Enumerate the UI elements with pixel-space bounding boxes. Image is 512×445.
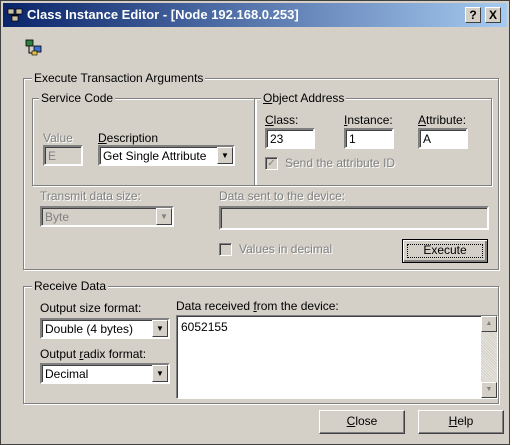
close-button-label: Close [346, 414, 378, 428]
close-button[interactable]: Close [319, 410, 405, 434]
transmit-size-value: Byte [45, 210, 70, 224]
class-editor-icon [7, 8, 23, 22]
output-radix-label: Output radix format: [40, 347, 147, 361]
execute-transaction-group: Execute Transaction Arguments Service Co… [23, 71, 499, 270]
help-button-label: Help [448, 414, 474, 428]
help-button[interactable]: Help [418, 410, 504, 434]
output-size-combo[interactable]: Double (4 bytes) ▼ [40, 318, 170, 339]
receive-data-legend: Receive Data [32, 279, 109, 293]
data-received-value: 6052155 [181, 320, 228, 334]
description-label: Description [98, 131, 159, 145]
scroll-up-icon[interactable]: ▲ [481, 316, 497, 332]
close-title-button[interactable]: X [485, 7, 501, 23]
data-sent-field [219, 206, 489, 230]
scroll-down-icon[interactable]: ▼ [481, 382, 497, 398]
attribute-label: Attribute: [418, 113, 467, 127]
window-title: Class Instance Editor - [Node 192.168.0.… [27, 7, 299, 22]
output-radix-value: Decimal [45, 367, 89, 381]
title-bar[interactable]: Class Instance Editor - [Node 192.168.0.… [3, 3, 507, 27]
value-label: Value [43, 131, 73, 145]
send-attribute-label: Send the attribute ID [285, 156, 396, 170]
receive-data-group: Receive Data Output size format: Double … [23, 279, 499, 404]
values-decimal-label: Values in decimal [239, 242, 333, 256]
instance-label: Instance: [344, 113, 393, 127]
object-address-legend: Object Address [261, 91, 347, 105]
description-combo[interactable]: Get Single Attribute ▼ [98, 145, 235, 166]
class-instance-editor-window: Class Instance Editor - [Node 192.168.0.… [0, 0, 510, 445]
output-radix-combo[interactable]: Decimal ▼ [40, 363, 170, 384]
transmit-size-combo: Byte ▼ [40, 206, 174, 227]
values-decimal-checkbox [219, 243, 232, 256]
execute-button[interactable]: Execute [402, 239, 488, 263]
object-address-group: Object Address Class: Instance: Attribut… [254, 91, 492, 186]
class-label: Class: [265, 113, 299, 127]
data-received-label: Data received from the device: [176, 299, 339, 313]
instance-field[interactable]: 1 [344, 128, 394, 149]
class-field[interactable]: 23 [265, 128, 315, 149]
chevron-down-icon[interactable]: ▼ [152, 320, 168, 337]
service-code-group: Service Code Value Description E Get Sin… [32, 91, 256, 186]
help-title-button[interactable]: ? [465, 7, 481, 23]
service-code-legend: Service Code [39, 91, 116, 105]
output-size-value: Double (4 bytes) [45, 322, 134, 336]
attribute-field[interactable]: A [418, 128, 468, 149]
chevron-down-icon[interactable]: ▼ [152, 365, 168, 382]
chevron-down-icon[interactable]: ▼ [217, 147, 233, 164]
data-sent-label: Data sent to the device: [219, 189, 346, 203]
node-tree-icon[interactable] [25, 39, 43, 57]
service-value-field: E [43, 145, 83, 166]
description-combo-value: Get Single Attribute [103, 149, 207, 163]
execute-group-legend: Execute Transaction Arguments [32, 71, 206, 85]
send-attribute-checkbox[interactable]: ✓ [265, 157, 278, 170]
execute-button-label: Execute [423, 243, 467, 257]
chevron-down-icon: ▼ [156, 208, 172, 225]
vertical-scrollbar[interactable]: ▲ ▼ [481, 316, 497, 398]
transmit-size-label: Transmit data size: [40, 189, 141, 203]
output-size-label: Output size format: [40, 301, 142, 315]
data-received-area[interactable]: 6052155 ▲ ▼ [176, 315, 498, 399]
